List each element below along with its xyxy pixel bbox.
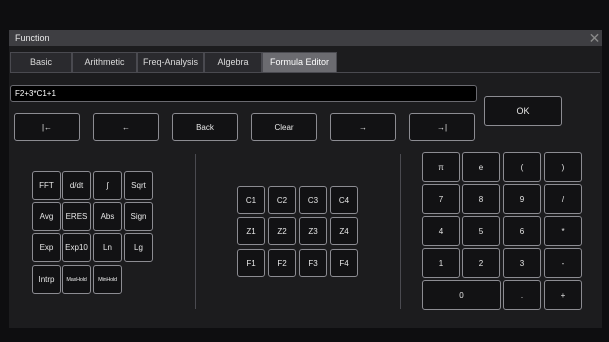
key-plus-button[interactable]: + xyxy=(544,280,582,310)
key-6-button[interactable]: 6 xyxy=(503,216,541,246)
eres-button[interactable]: ERES xyxy=(62,202,91,231)
clear-button[interactable]: Clear xyxy=(251,113,317,141)
key-4-button[interactable]: 4 xyxy=(422,216,460,246)
ln-button[interactable]: Ln xyxy=(93,233,122,262)
key-open-paren-button[interactable]: ( xyxy=(503,152,541,182)
key-divide-button[interactable]: / xyxy=(544,184,582,214)
source-f4-button[interactable]: F4 xyxy=(330,249,358,277)
minhold-button[interactable]: MinHold xyxy=(93,265,122,294)
tab-divider xyxy=(10,72,600,73)
key-1-button[interactable]: 1 xyxy=(422,248,460,278)
source-z3-button[interactable]: Z3 xyxy=(299,217,327,245)
tab-algebra[interactable]: Algebra xyxy=(204,52,262,72)
source-f1-button[interactable]: F1 xyxy=(237,249,265,277)
back-button[interactable]: Back xyxy=(172,113,238,141)
key-multiply-button[interactable]: * xyxy=(544,216,582,246)
source-c2-button[interactable]: C2 xyxy=(268,186,296,214)
section-divider-left xyxy=(195,154,196,309)
title-bar: Function ✕ xyxy=(9,30,602,46)
key-3-button[interactable]: 3 xyxy=(503,248,541,278)
intrp-button[interactable]: Intrp xyxy=(32,265,61,294)
source-c1-button[interactable]: C1 xyxy=(237,186,265,214)
key-minus-button[interactable]: - xyxy=(544,248,582,278)
section-divider-right xyxy=(400,154,401,309)
ok-button[interactable]: OK xyxy=(484,96,562,126)
d-dt-button[interactable]: d/dt xyxy=(62,171,91,200)
key-decimal-button[interactable]: . xyxy=(503,280,541,310)
source-z1-button[interactable]: Z1 xyxy=(237,217,265,245)
footer-bar xyxy=(9,328,602,342)
key-close-paren-button[interactable]: ) xyxy=(544,152,582,182)
formula-input[interactable]: F2+3*C1+1 xyxy=(10,85,477,102)
home-button[interactable]: |← xyxy=(14,113,80,141)
key-0-button[interactable]: 0 xyxy=(422,280,501,310)
right-button[interactable]: → xyxy=(330,113,396,141)
avg-button[interactable]: Avg xyxy=(32,202,61,231)
key-e-button[interactable]: e xyxy=(462,152,500,182)
key-2-button[interactable]: 2 xyxy=(462,248,500,278)
tab-freq-analysis[interactable]: Freq-Analysis xyxy=(137,52,204,72)
end-button[interactable]: →| xyxy=(409,113,475,141)
maxhold-button[interactable]: MaxHold xyxy=(62,265,91,294)
close-icon[interactable]: ✕ xyxy=(587,30,602,46)
key-5-button[interactable]: 5 xyxy=(462,216,500,246)
source-z4-button[interactable]: Z4 xyxy=(330,217,358,245)
source-c3-button[interactable]: C3 xyxy=(299,186,327,214)
abs-button[interactable]: Abs xyxy=(93,202,122,231)
tab-basic[interactable]: Basic xyxy=(10,52,72,72)
sign-button[interactable]: Sign xyxy=(124,202,153,231)
exp-button[interactable]: Exp xyxy=(32,233,61,262)
key-8-button[interactable]: 8 xyxy=(462,184,500,214)
source-z2-button[interactable]: Z2 xyxy=(268,217,296,245)
lg-button[interactable]: Lg xyxy=(124,233,153,262)
integral-button[interactable]: ∫ xyxy=(93,171,122,200)
sqrt-button[interactable]: Sqrt xyxy=(124,171,153,200)
exp10-button[interactable]: Exp10 xyxy=(62,233,91,262)
source-f3-button[interactable]: F3 xyxy=(299,249,327,277)
tab-formula-editor[interactable]: Formula Editor xyxy=(262,52,337,72)
fft-button[interactable]: FFT xyxy=(32,171,61,200)
key-9-button[interactable]: 9 xyxy=(503,184,541,214)
key-7-button[interactable]: 7 xyxy=(422,184,460,214)
tab-arithmetic[interactable]: Arithmetic xyxy=(72,52,137,72)
source-c4-button[interactable]: C4 xyxy=(330,186,358,214)
source-f2-button[interactable]: F2 xyxy=(268,249,296,277)
window-title: Function xyxy=(15,33,50,43)
left-button[interactable]: ← xyxy=(93,113,159,141)
key-pi-button[interactable]: π xyxy=(422,152,460,182)
